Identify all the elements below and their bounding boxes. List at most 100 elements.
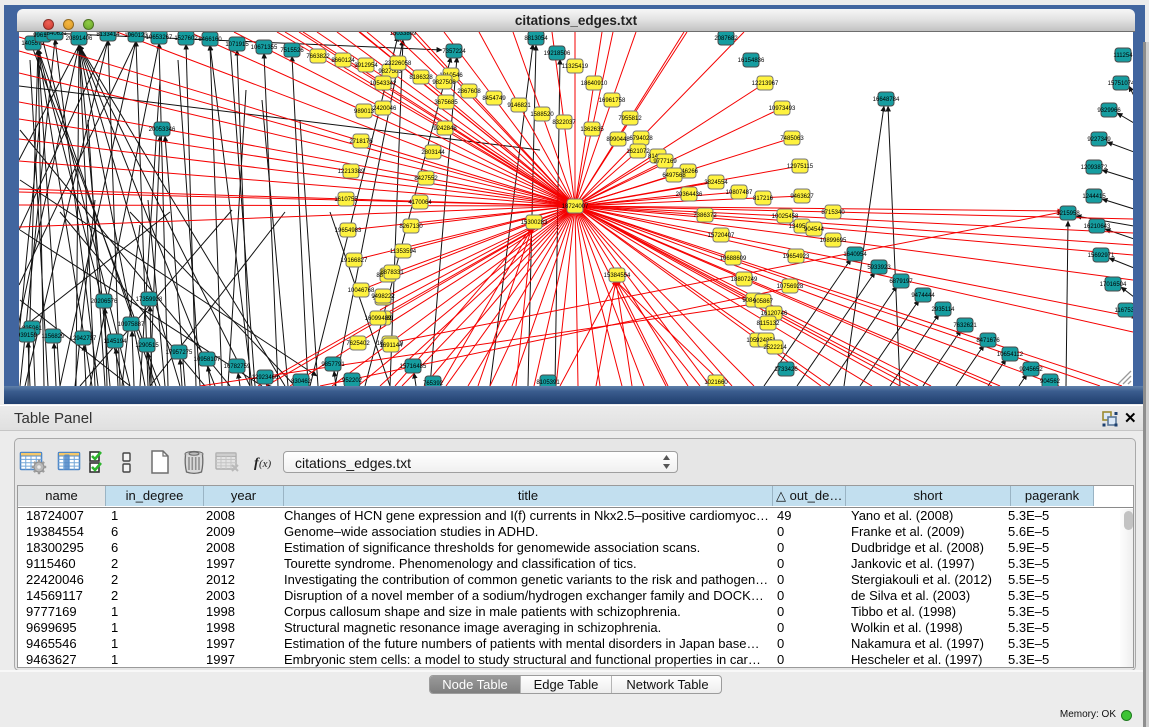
svg-text:2803144: 2803144: [421, 150, 445, 156]
svg-text:4170064: 4170064: [408, 200, 432, 206]
svg-text:939159: 939159: [19, 333, 38, 339]
svg-text:15692971: 15692971: [1088, 253, 1115, 259]
svg-text:817216: 817216: [753, 196, 774, 202]
svg-text:7632621: 7632621: [953, 323, 977, 329]
svg-text:16154836: 16154836: [738, 58, 765, 64]
svg-text:17016504: 17016504: [1100, 282, 1127, 288]
svg-text:1290515: 1290515: [135, 343, 159, 349]
svg-text:2935114: 2935114: [932, 307, 956, 313]
svg-text:904544: 904544: [804, 227, 825, 233]
svg-text:10654112: 10654112: [997, 352, 1024, 358]
svg-text:8267130: 8267130: [399, 224, 423, 230]
svg-text:9777169: 9777169: [653, 159, 677, 165]
svg-text:9474444: 9474444: [911, 293, 935, 299]
svg-text:12975115: 12975115: [787, 164, 814, 170]
svg-text:16961758: 16961758: [599, 98, 626, 104]
svg-text:1527602: 1527602: [174, 36, 198, 42]
svg-text:8322037: 8322037: [552, 120, 576, 126]
svg-text:7663822: 7663822: [306, 54, 330, 60]
svg-text:7357224: 7357224: [442, 49, 466, 55]
svg-text:10756928: 10756928: [777, 284, 804, 290]
svg-text:1610755: 1610755: [334, 197, 358, 203]
svg-text:10973493: 10973493: [769, 106, 796, 112]
svg-text:(x): (x): [259, 458, 272, 470]
svg-text:23226058: 23226058: [385, 61, 412, 67]
svg-text:19166827: 19166827: [341, 258, 368, 264]
svg-text:19654923: 19654923: [783, 254, 810, 260]
svg-text:9242848: 9242848: [433, 126, 457, 132]
svg-text:10807487: 10807487: [726, 190, 753, 196]
svg-text:19654983: 19654983: [335, 228, 362, 234]
svg-text:16210643: 16210643: [1084, 224, 1111, 230]
svg-text:1588520: 1588520: [530, 112, 554, 118]
svg-text:16099489: 16099489: [365, 316, 392, 322]
svg-text:18807249: 18807249: [731, 277, 758, 283]
svg-text:15384554: 15384554: [604, 273, 631, 279]
svg-text:12213389: 12213389: [338, 169, 365, 175]
svg-text:12942737: 12942737: [70, 336, 97, 342]
svg-text:19218506: 19218506: [544, 51, 571, 57]
svg-text:1021660: 1021660: [704, 380, 728, 386]
svg-text:8105391: 8105391: [536, 380, 560, 386]
svg-text:18724007: 18724007: [562, 204, 589, 210]
svg-text:830462: 830462: [291, 379, 312, 385]
svg-text:5933923: 5933923: [867, 265, 891, 271]
svg-text:1691144: 1691144: [380, 343, 404, 349]
svg-text:16033809: 16033809: [390, 32, 417, 37]
svg-text:1733426: 1733426: [774, 367, 798, 373]
svg-text:989013: 989013: [354, 109, 375, 115]
svg-text:11325419: 11325419: [562, 64, 589, 70]
svg-text:12213967: 12213967: [752, 81, 779, 87]
svg-text:9146821: 9146821: [507, 103, 531, 109]
svg-text:904562: 904562: [1040, 379, 1061, 385]
svg-text:6879197: 6879197: [889, 279, 913, 285]
svg-text:1362635: 1362635: [580, 127, 604, 133]
svg-text:6497568: 6497568: [662, 173, 686, 179]
svg-text:10543342: 10543342: [370, 81, 397, 87]
svg-text:20206576: 20206576: [91, 299, 118, 305]
svg-text:8454749: 8454749: [482, 96, 506, 102]
svg-text:1840621: 1840621: [43, 32, 67, 37]
svg-text:8660124: 8660124: [331, 58, 355, 64]
svg-text:20364436: 20364436: [676, 192, 703, 198]
svg-text:8878331: 8878331: [380, 270, 404, 276]
svg-text:7485063: 7485063: [780, 136, 804, 142]
svg-text:7955812: 7955812: [618, 116, 642, 122]
svg-text:9463627: 9463627: [790, 194, 814, 200]
svg-text:3675685: 3675685: [434, 100, 458, 106]
svg-text:12923466: 12923466: [252, 375, 279, 381]
svg-text:8115132: 8115132: [757, 321, 781, 327]
svg-text:3824554: 3824554: [704, 180, 728, 186]
svg-text:8471676: 8471676: [976, 338, 1000, 344]
svg-text:7386372: 7386372: [693, 213, 717, 219]
svg-text:10653267: 10653267: [146, 35, 173, 41]
svg-text:20891406: 20891406: [66, 36, 93, 42]
svg-text:8813054: 8813054: [524, 36, 548, 42]
svg-text:9245652: 9245652: [1019, 367, 1043, 373]
svg-text:16648784: 16648784: [873, 97, 900, 103]
svg-text:20053346: 20053346: [149, 127, 176, 133]
svg-text:111254: 111254: [1113, 53, 1133, 59]
svg-text:2522214: 2522214: [763, 345, 787, 351]
svg-text:15300283: 15300283: [521, 220, 548, 226]
svg-text:8427552: 8427552: [414, 176, 438, 182]
svg-text:9227349: 9227349: [1087, 137, 1111, 143]
svg-text:3912954: 3912954: [354, 63, 378, 69]
svg-text:6466160: 6466160: [198, 37, 222, 43]
svg-text:8990448: 8990448: [606, 137, 630, 143]
svg-text:905867: 905867: [753, 299, 774, 305]
svg-text:10671355: 10671355: [251, 45, 278, 51]
svg-text:1145194: 1145194: [104, 339, 128, 345]
svg-text:17957275: 17957275: [166, 350, 193, 356]
svg-text:10975887: 10975887: [118, 322, 145, 328]
svg-text:15751074: 15751074: [1108, 81, 1133, 87]
svg-text:10899695: 10899695: [820, 238, 847, 244]
svg-text:1621072: 1621072: [626, 149, 650, 155]
svg-text:7515526: 7515526: [280, 48, 304, 54]
svg-text:8133414: 8133414: [96, 32, 120, 38]
svg-text:9498222: 9498222: [371, 294, 395, 300]
svg-text:16782759: 16782759: [224, 364, 251, 370]
svg-text:8715340: 8715340: [821, 210, 845, 216]
svg-text:1167533: 1167533: [1115, 308, 1133, 314]
svg-text:9857791: 9857791: [321, 362, 345, 368]
